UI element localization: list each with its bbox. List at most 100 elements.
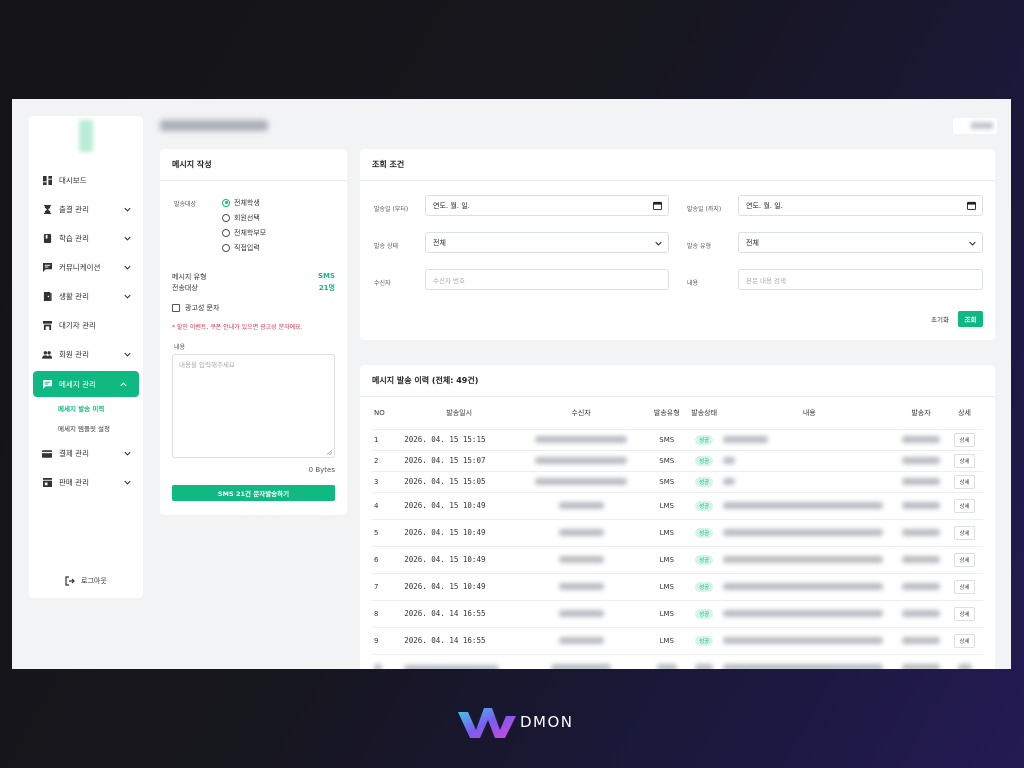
detail-button[interactable]: 상세 xyxy=(954,525,975,540)
detail-button[interactable]: 상세 xyxy=(954,633,975,648)
sidebar-item-sales[interactable]: 판매 관리 xyxy=(29,468,143,497)
radio-label: 직접입력 xyxy=(234,243,260,252)
radio-label: 회원선택 xyxy=(234,213,260,222)
row-content xyxy=(722,572,896,600)
row-time: 2026. 04. 15 10:49 xyxy=(404,491,515,519)
from-date-value: 연도. 월. 일. xyxy=(433,201,470,210)
detail-button[interactable]: 상세 xyxy=(954,606,975,621)
radio-all-students[interactable]: 전체학생 xyxy=(222,195,266,210)
hourglass-icon xyxy=(42,205,52,215)
from-date-label: 발송일 (부터) xyxy=(374,206,409,213)
user-menu[interactable] xyxy=(953,118,997,134)
radio-direct-input[interactable]: 직접입력 xyxy=(222,240,266,255)
detail-button[interactable]: 상세 xyxy=(954,474,975,489)
radio-label: 전체학부모 xyxy=(234,228,267,237)
content-placeholder: 내용을 입력해주세요 xyxy=(179,361,235,369)
sidebar-item-label: 결제 관리 xyxy=(59,449,89,458)
row-content xyxy=(722,545,896,573)
row-time: 2026. 04. 15 10:49 xyxy=(404,545,515,573)
receiver-input[interactable]: 수신자 번호 xyxy=(425,269,669,290)
sidebar-item-learning[interactable]: 학습 관리 xyxy=(29,224,143,253)
sidebar-item-payment[interactable]: 결제 관리 xyxy=(29,439,143,468)
row-status: 성공 xyxy=(685,518,723,546)
card-icon xyxy=(42,449,52,459)
content-textarea[interactable]: 내용을 입력해주세요 xyxy=(172,354,335,458)
row-status: 성공 xyxy=(685,599,723,627)
send-sms-button[interactable]: SMS 21건 문자발송하기 xyxy=(172,485,335,501)
sidebar-item-messages[interactable]: 메세지 관리 xyxy=(33,371,139,397)
receiver-label: 수신자 xyxy=(374,280,391,287)
content-label: 내용 xyxy=(174,344,186,351)
sidebar: 대시보드 출결 관리 학습 관리 커뮤니케이션 생활 관리 대기자 관리 회원 … xyxy=(29,116,143,598)
ad-checkbox-label: 광고성 문자 xyxy=(185,304,220,312)
to-date-input[interactable]: 연도. 월. 일. xyxy=(738,195,983,216)
from-date-input[interactable]: 연도. 월. 일. xyxy=(425,195,669,216)
brand-name: DMON xyxy=(520,713,574,731)
row-detail: 상세 xyxy=(946,626,983,654)
message-icon xyxy=(42,379,52,389)
row-no: 9 xyxy=(372,626,405,654)
checkbox-box xyxy=(172,304,180,312)
content-search-label: 내용 xyxy=(687,280,699,287)
detail-button[interactable]: 상세 xyxy=(954,432,975,447)
logout-icon xyxy=(65,576,75,586)
store-icon xyxy=(42,321,52,331)
row-receiver xyxy=(514,428,649,450)
row-no: 3 xyxy=(372,470,405,492)
row-sender xyxy=(895,428,947,450)
row-detail: 상세 xyxy=(946,491,983,519)
people-icon xyxy=(42,350,52,360)
detail-button[interactable]: 상세 xyxy=(954,579,975,594)
logout-button[interactable]: 로그아웃 xyxy=(65,576,107,586)
reset-button[interactable]: 초기화 xyxy=(931,314,949,324)
subitem-message-template[interactable]: 메세지 템플릿 설정 xyxy=(29,419,143,439)
subitem-message-history[interactable]: 메세지 발송 이력 xyxy=(29,399,143,419)
type-select[interactable]: 전체 xyxy=(738,232,983,253)
search-card: 조회 조건 발송일 (부터) 연도. 월. 일. 발송일 (까지) 연도. 월.… xyxy=(360,149,995,340)
sidebar-item-members[interactable]: 회원 관리 xyxy=(29,340,143,369)
history-card: 메시지 발송 이력 (전체: 49건) NO 발송일시 수신자 발송유형 발송상… xyxy=(360,365,995,669)
col-receiver: 수신자 xyxy=(571,408,591,417)
sidebar-item-label: 회원 관리 xyxy=(59,350,89,359)
status-badge: 성공 xyxy=(695,581,714,592)
logo xyxy=(79,120,93,152)
chat-icon xyxy=(42,263,52,273)
sidebar-item-life[interactable]: 생활 관리 xyxy=(29,282,143,311)
row-type: LMS xyxy=(648,491,686,519)
dashboard-icon xyxy=(42,176,52,186)
sidebar-item-communication[interactable]: 커뮤니케이션 xyxy=(29,253,143,282)
radio-all-parents[interactable]: 전체학부모 xyxy=(222,225,266,240)
chevron-down-icon xyxy=(124,207,131,212)
detail-button[interactable]: 상세 xyxy=(954,552,975,567)
sidebar-item-dashboard[interactable]: 대시보드 xyxy=(29,166,143,195)
logout-label: 로그아웃 xyxy=(81,577,107,585)
sidebar-item-label: 출결 관리 xyxy=(59,205,89,214)
table-row: 7 2026. 04. 15 10:49 LMS 성공 상세 xyxy=(372,572,983,600)
calendar-icon xyxy=(653,201,662,210)
resize-handle-icon xyxy=(327,450,332,455)
query-button[interactable]: 조회 xyxy=(958,311,983,327)
row-detail: 상세 xyxy=(946,599,983,627)
chevron-down-icon xyxy=(655,241,662,246)
status-badge: 성공 xyxy=(695,455,714,466)
ad-checkbox[interactable]: 광고성 문자 xyxy=(172,303,219,313)
sidebar-nav: 대시보드 출결 관리 학습 관리 커뮤니케이션 생활 관리 대기자 관리 회원 … xyxy=(29,166,143,497)
detail-button[interactable]: 상세 xyxy=(954,498,975,513)
row-no: 7 xyxy=(372,572,405,600)
row-time: 2026. 04. 15 10:49 xyxy=(404,572,515,600)
content-search-input[interactable]: 본문 내용 검색 xyxy=(738,269,983,290)
detail-button[interactable]: 상세 xyxy=(954,453,975,468)
row-detail: 상세 xyxy=(946,449,983,471)
sidebar-item-waitlist[interactable]: 대기자 관리 xyxy=(29,311,143,340)
row-no: 2 xyxy=(372,449,405,471)
status-select[interactable]: 전체 xyxy=(425,232,669,253)
radio-dot xyxy=(222,213,230,222)
sidebar-item-attendance[interactable]: 출결 관리 xyxy=(29,195,143,224)
table-header-row: NO 발송일시 수신자 발송유형 발송상태 내용 발송자 상세 xyxy=(372,397,983,429)
row-time: 2026. 04. 14 16:55 xyxy=(404,599,515,627)
status-value: 전체 xyxy=(433,238,446,247)
table-row: 6 2026. 04. 15 10:49 LMS 성공 상세 xyxy=(372,545,983,573)
radio-select-member[interactable]: 회원선택 xyxy=(222,210,266,225)
recipients-value: 21명 xyxy=(318,284,335,292)
row-type: SMS xyxy=(648,470,686,492)
